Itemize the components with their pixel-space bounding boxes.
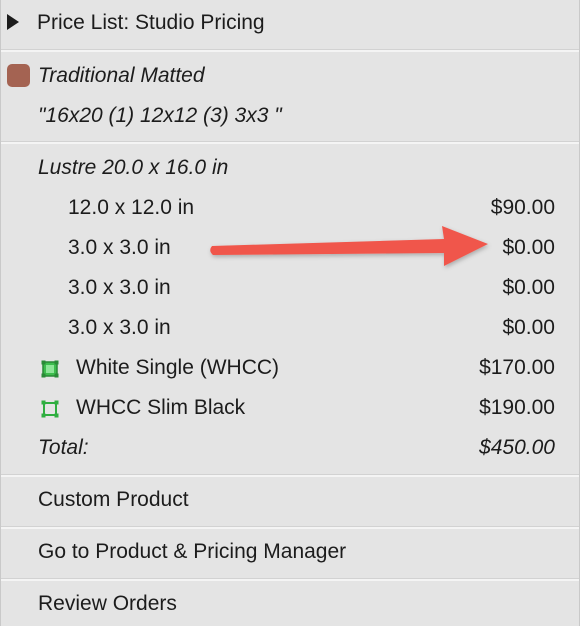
disclosure-triangle-icon[interactable] (7, 14, 19, 30)
product-description: "16x20 (1) 12x12 (3) 3x3 " (38, 104, 282, 127)
separator (1, 578, 579, 581)
line-item-label: 3.0 x 3.0 in (68, 316, 171, 339)
frame-price: $190.00 (479, 396, 555, 419)
separator (1, 526, 579, 529)
separator (1, 49, 579, 52)
total-label: Total: (38, 436, 89, 459)
frame-price: $170.00 (479, 356, 555, 379)
line-item-price: $90.00 (490, 196, 555, 219)
frame-label: White Single (WHCC) (76, 356, 280, 379)
line-item-label: 3.0 x 3.0 in (68, 236, 171, 259)
main-item-label: Lustre 20.0 x 16.0 in (38, 156, 229, 179)
order-summary-panel: Price List: Studio Pricing Traditional M… (0, 0, 580, 626)
frame-outline-icon (41, 400, 59, 418)
menu-item-label: Review Orders (38, 592, 177, 615)
line-item-price: $0.00 (502, 236, 555, 259)
separator (1, 474, 579, 477)
price-list-label: Price List: Studio Pricing (37, 11, 265, 34)
red-arrow-annotation (210, 226, 488, 266)
separator (1, 141, 579, 144)
menu-item-label: Go to Product & Pricing Manager (38, 540, 347, 563)
total-value: $450.00 (479, 436, 555, 459)
frame-filled-icon (41, 360, 59, 378)
menu-item-label: Custom Product (38, 488, 189, 511)
line-item-price: $0.00 (502, 316, 555, 339)
frame-label: WHCC Slim Black (76, 396, 246, 419)
line-item-label: 12.0 x 12.0 in (68, 196, 195, 219)
product-color-swatch (7, 64, 30, 87)
line-item-price: $0.00 (502, 276, 555, 299)
product-name: Traditional Matted (38, 64, 205, 87)
line-item-label: 3.0 x 3.0 in (68, 276, 171, 299)
